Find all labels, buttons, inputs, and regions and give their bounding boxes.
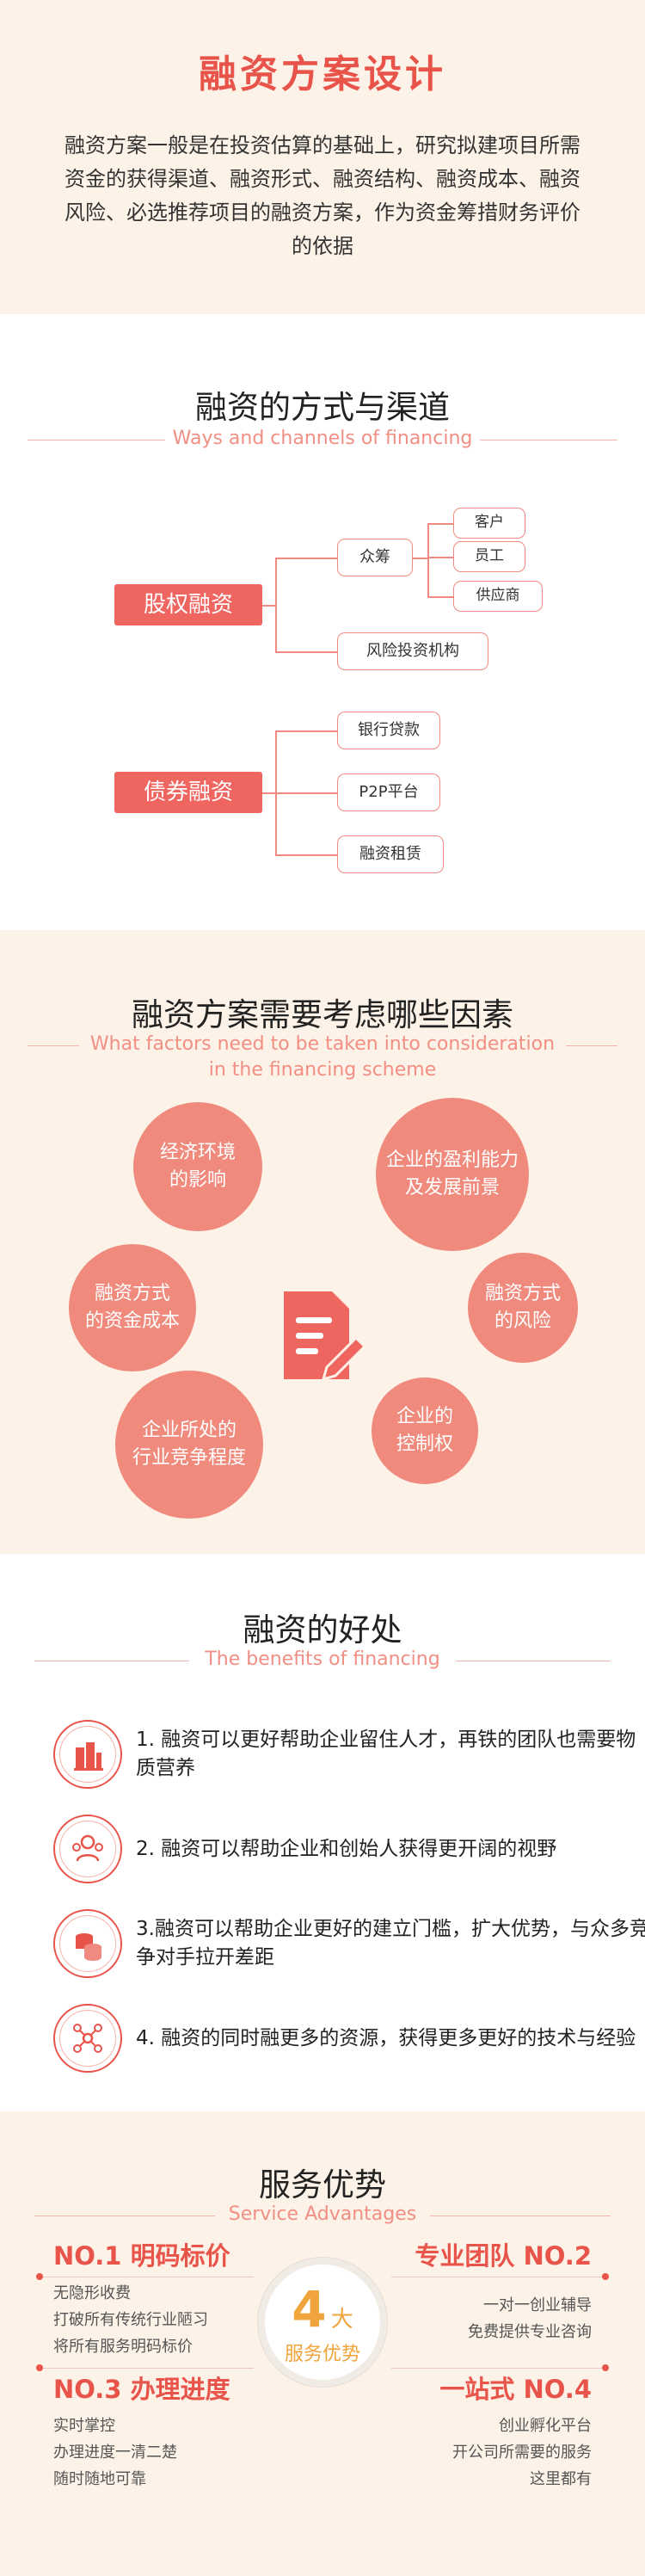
connector: [391, 2368, 606, 2369]
section-subtitle: The benefits of financing: [205, 1649, 440, 1670]
benefit-text: 4. 融资的同时融更多的资源，获得更多更好的技术与经验: [136, 2026, 636, 2049]
advantage-line: 打破所有传统行业陋习: [53, 2311, 208, 2329]
node-venture-capital: 风险投资机构: [337, 632, 488, 670]
equity-financing-box: 股权融资: [114, 584, 262, 626]
advantage-line: 实时掌控: [53, 2417, 115, 2435]
spacer: [0, 906, 645, 930]
section-title: 服务优势: [259, 2166, 386, 2203]
building-icon: [53, 1720, 122, 1789]
connector: [275, 651, 337, 653]
document-edit-icon: [277, 1285, 372, 1388]
channels-section: 融资的方式与渠道 Ways and channels of financing …: [0, 338, 645, 906]
node-employee: 员工: [453, 541, 525, 572]
network-icon: [53, 2004, 122, 2073]
benefit-text: 1. 融资可以更好帮助企业留住人才，再铁的团队也需要物质营养: [136, 1729, 636, 1779]
section-title: 融资方案需要考虑哪些因素: [132, 996, 513, 1033]
connector: [413, 558, 428, 559]
section-subtitle: Service Advantages: [228, 2203, 417, 2225]
benefit-item: 3.融资可以帮助企业更好的建立门槛，扩大优势，与众多竞争对手拉开差距: [53, 1909, 645, 1978]
dot: [36, 2273, 43, 2280]
dot: [602, 2273, 609, 2280]
center-unit: 大: [330, 2307, 353, 2333]
advantage-line: 一对一创业辅导: [483, 2296, 592, 2314]
advantage-line: 开公司所需要的服务: [452, 2444, 592, 2462]
factor-economy: 经济环境 的影响: [133, 1102, 262, 1231]
factor-capital-cost: 融资方式 的资金成本: [69, 1244, 196, 1371]
advantage-title: 一站式 NO.4: [439, 2375, 592, 2404]
node-p2p: P2P平台: [337, 773, 440, 811]
factor-competition: 企业所处的 行业竞争程度: [115, 1371, 263, 1519]
advantage-line: 无隐形收费: [53, 2284, 131, 2302]
advantages-section: 服务优势 Service Advantages NO.1 明码标价 无隐形收费 …: [0, 2111, 645, 2576]
benefit-text: 2. 融资可以帮助企业和创始人获得更开阔的视野: [136, 1837, 557, 1860]
advantage-line: 创业孵化平台: [499, 2417, 592, 2435]
advantage-line: 这里都有: [530, 2470, 592, 2488]
center-badge: 4 大 服务优势: [258, 2258, 387, 2387]
section-subtitle-2: in the financing scheme: [208, 1059, 437, 1081]
factor-profitability: 企业的盈利能力 及发展前景: [376, 1098, 529, 1251]
node-customer: 客户: [453, 508, 525, 539]
node-bank-loan: 银行贷款: [337, 712, 440, 749]
connector: [427, 557, 453, 558]
connector: [427, 596, 453, 598]
section-subtitle: What factors need to be taken into consi…: [89, 1033, 556, 1055]
benefit-item: 2. 融资可以帮助企业和创始人获得更开阔的视野: [53, 1815, 604, 1883]
factor-risk: 融资方式 的风险: [468, 1253, 578, 1363]
connector: [39, 2368, 254, 2369]
debt-financing-box: 债券融资: [114, 772, 262, 813]
connector: [275, 558, 337, 559]
spacer: [0, 1554, 645, 1578]
advantage-line: 免费提供专业咨询: [468, 2323, 592, 2341]
center-label: 服务优势: [284, 2344, 360, 2365]
advantage-title: 专业团队 NO.2: [415, 2241, 592, 2271]
benefit-item: 4. 融资的同时融更多的资源，获得更多更好的技术与经验: [53, 2004, 636, 2073]
advantage-line: 随时随地可靠: [53, 2470, 146, 2488]
node-crowdfunding: 众筹: [337, 539, 413, 576]
factor-control: 企业的 控制权: [372, 1377, 478, 1484]
spacer: [0, 314, 645, 338]
connector: [275, 730, 337, 732]
center-number: 4: [292, 2280, 327, 2339]
dot: [602, 2364, 609, 2371]
page-title: 融资方案设计: [199, 52, 446, 96]
section-title: 融资的好处: [243, 1612, 402, 1649]
intro-text: 融资方案一般是在投资估算的基础上，研究拟建项目所需资金的获得渠道、融资形式、融资…: [64, 133, 580, 258]
team-icon: [53, 1815, 122, 1883]
connector: [275, 792, 337, 794]
connector: [262, 792, 276, 794]
connector: [427, 523, 453, 525]
connector: [275, 854, 337, 856]
benefit-item: 1. 融资可以更好帮助企业留住人才，再铁的团队也需要物质营养: [53, 1720, 636, 1789]
connector: [262, 605, 276, 607]
benefits-section: 融资的好处 The benefits of financing 1. 融资可以更…: [0, 1578, 645, 2111]
advantage-title: NO.3 办理进度: [53, 2375, 230, 2404]
section-title: 融资的方式与渠道: [195, 389, 450, 426]
benefit-text: 3.融资可以帮助企业更好的建立门槛，扩大优势，与众多竞争对手拉开差距: [136, 1918, 645, 1969]
node-supplier: 供应商: [453, 581, 543, 612]
advantage-line: 将所有服务明码标价: [53, 2338, 193, 2356]
intro-section: 融资方案设计 融资方案一般是在投资估算的基础上，研究拟建项目所需资金的获得渠道、…: [0, 0, 645, 314]
connector: [427, 523, 429, 597]
advantage-title: NO.1 明码标价: [53, 2241, 230, 2271]
factors-section: 融资方案需要考虑哪些因素 What factors need to be tak…: [0, 930, 645, 1554]
section-subtitle: Ways and channels of financing: [172, 428, 473, 449]
advantage-line: 办理进度一清二楚: [53, 2444, 177, 2462]
dot: [36, 2364, 43, 2371]
coins-icon: [53, 1909, 122, 1978]
node-leasing: 融资租赁: [337, 835, 444, 873]
